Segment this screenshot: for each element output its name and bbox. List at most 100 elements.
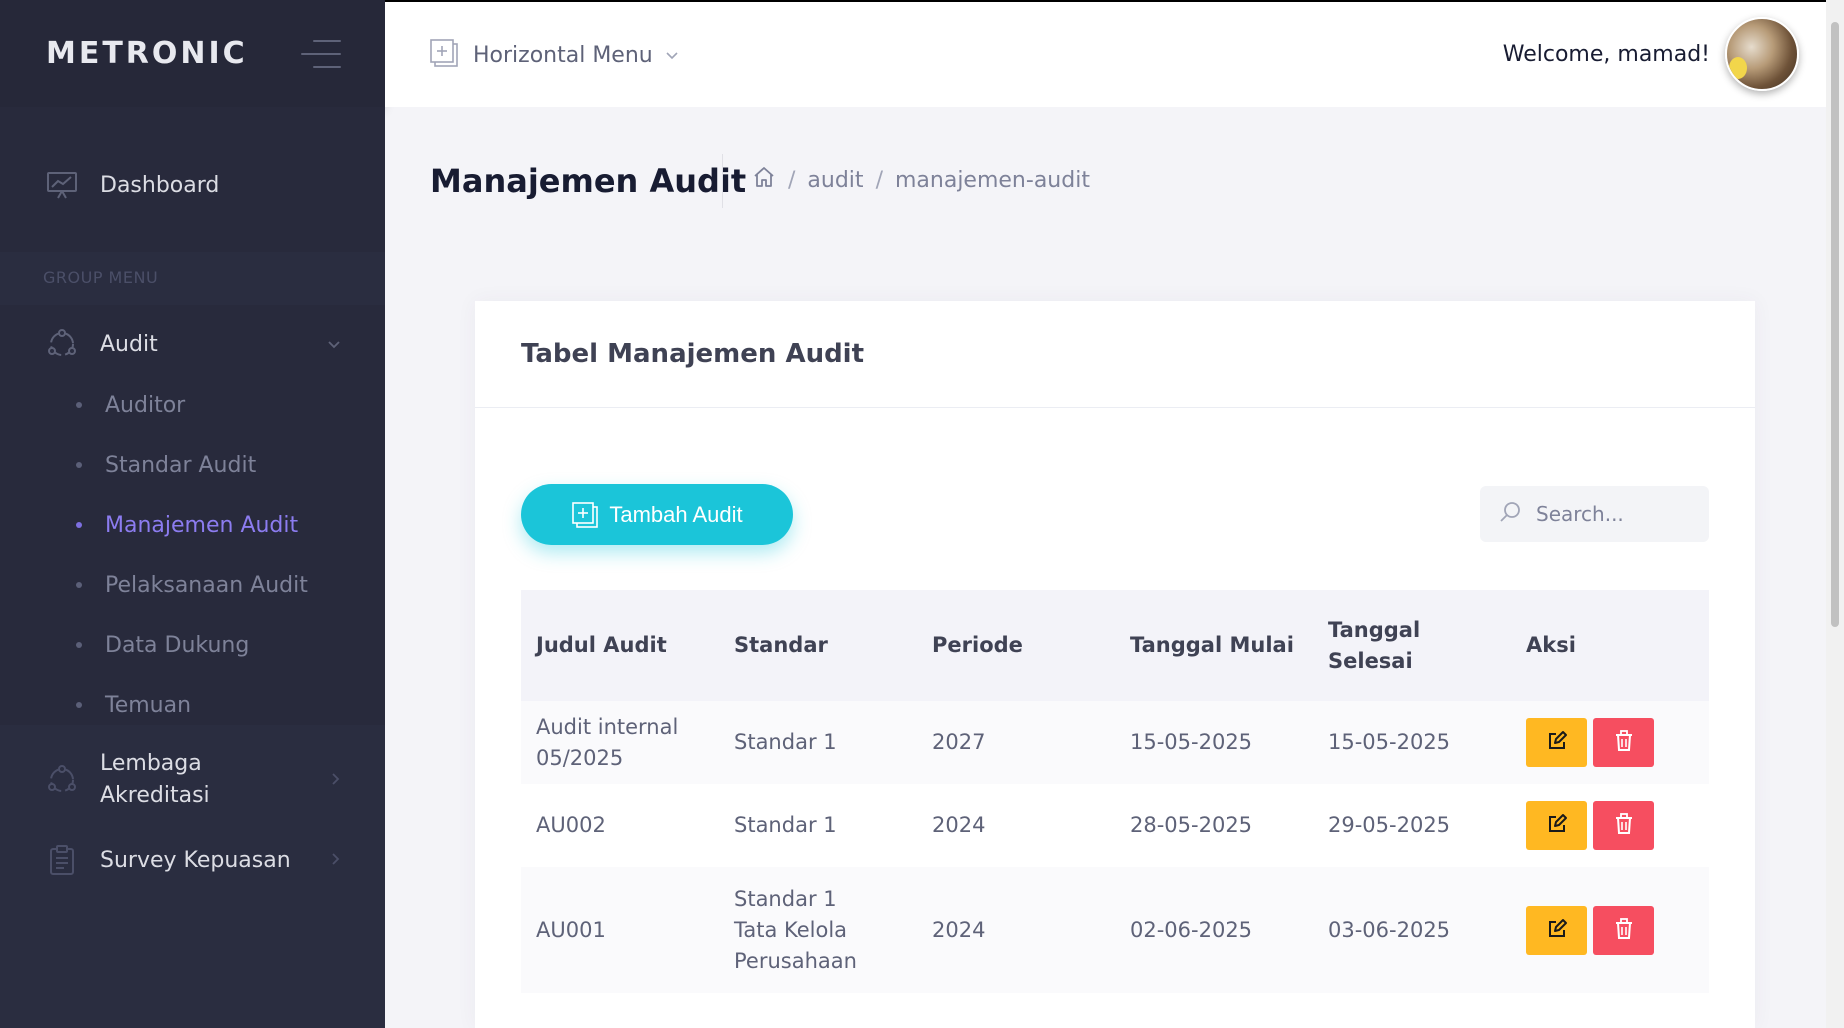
row-actions xyxy=(1526,905,1709,955)
cell-judul: Audit internal 05/2025 xyxy=(521,712,719,774)
dashboard-chart-icon xyxy=(46,169,78,201)
trash-icon xyxy=(1614,917,1634,943)
top-header: Horizontal Menu Welcome, mamad! xyxy=(385,0,1844,107)
audit-table: Judul Audit Standar Periode Tanggal Mula… xyxy=(521,590,1709,993)
sidebar-subitem-standar-audit[interactable]: Standar Audit xyxy=(0,440,385,490)
scrollbar[interactable] xyxy=(1826,0,1844,1028)
cell-periode: 2024 xyxy=(932,813,986,837)
add-audit-button[interactable]: Tambah Audit xyxy=(521,484,793,545)
brand-logo[interactable]: METRONIC xyxy=(46,36,248,71)
header-line: Tanggal xyxy=(1328,617,1421,642)
table-header-row: Judul Audit Standar Periode Tanggal Mula… xyxy=(521,590,1709,701)
delete-button[interactable] xyxy=(1593,718,1654,767)
cell-periode: 2027 xyxy=(932,730,986,754)
cell-aksi xyxy=(1511,801,1709,850)
column-header-judul[interactable]: Judul Audit xyxy=(521,630,719,661)
chevron-down-icon xyxy=(327,335,341,354)
cell-line: Standar 1 xyxy=(734,886,837,911)
sidebar-item-label: Survey Kepuasan xyxy=(100,847,291,873)
breadcrumb-separator: / xyxy=(875,167,883,193)
table-row: Audit internal 05/2025 Standar 1 2027 15-… xyxy=(521,701,1709,784)
edit-button[interactable] xyxy=(1526,801,1587,850)
bullet-dot xyxy=(76,522,82,528)
edit-button[interactable] xyxy=(1526,718,1587,767)
bullet-dot xyxy=(76,702,82,708)
sidebar-item-label: Lembaga Akreditasi xyxy=(100,748,210,812)
sidebar-subitem-data-dukung[interactable]: Data Dukung xyxy=(0,620,385,670)
sidebar-item-label: Dashboard xyxy=(100,172,220,198)
table-row: AU001 Standar 1 Tata Kelola Perusahaan 202… xyxy=(521,867,1709,993)
column-header-periode[interactable]: Periode xyxy=(917,630,1115,661)
horizontal-menu-dropdown[interactable]: Horizontal Menu xyxy=(429,38,679,72)
sidebar-subitem-label: Manajemen Audit xyxy=(105,512,299,538)
breadcrumb-item-manajemen-audit[interactable]: manajemen-audit xyxy=(895,168,1090,193)
sidebar-item-lembaga-akreditasi[interactable]: Lembaga Akreditasi xyxy=(0,742,385,818)
sidebar-subitem-manajemen-audit[interactable]: Manajemen Audit xyxy=(0,500,385,550)
cell-tanggal-mulai: 15-05-2025 xyxy=(1130,730,1253,754)
cell-judul: AU001 xyxy=(536,917,606,942)
header-line: Selesai xyxy=(1328,648,1413,673)
sidebar-subitem-label: Auditor xyxy=(105,392,186,418)
menu-toggle-icon[interactable] xyxy=(301,39,341,68)
card-header: Tabel Manajemen Audit xyxy=(475,301,1755,408)
sidebar-item-audit[interactable]: Audit xyxy=(0,316,385,372)
breadcrumb-item-audit[interactable]: audit xyxy=(807,168,863,193)
sidebar-item-survey-kepuasan[interactable]: Survey Kepuasan xyxy=(0,832,385,888)
bullet-dot xyxy=(76,582,82,588)
row-actions xyxy=(1526,718,1709,767)
column-header-tanggal-mulai[interactable]: Tanggal Mulai xyxy=(1115,630,1313,661)
label-line: Lembaga xyxy=(100,751,202,776)
home-icon[interactable] xyxy=(752,166,776,194)
cell-line: Tata Kelola xyxy=(734,917,848,942)
sidebar-subitem-pelaksanaan-audit[interactable]: Pelaksanaan Audit xyxy=(0,560,385,610)
sidebar-subitem-label: Standar Audit xyxy=(105,452,257,478)
cell-standar: Standar 1 xyxy=(734,730,837,754)
add-audit-label: Tambah Audit xyxy=(609,501,743,527)
column-header-standar[interactable]: Standar xyxy=(719,630,917,661)
trash-icon xyxy=(1614,730,1634,755)
horizontal-menu-icon xyxy=(429,38,459,72)
add-box-icon xyxy=(571,501,599,529)
bullet-dot xyxy=(76,642,82,648)
delete-button[interactable] xyxy=(1593,905,1654,955)
breadcrumb: / audit / manajemen-audit xyxy=(752,166,1090,194)
cell-periode: 2024 xyxy=(932,917,986,942)
cell-tanggal-mulai: 28-05-2025 xyxy=(1130,813,1253,837)
sidebar-item-label: Audit xyxy=(100,331,158,357)
row-actions xyxy=(1526,801,1709,850)
edit-icon xyxy=(1546,730,1568,755)
cell-tanggal-selesai: 15-05-2025 xyxy=(1328,730,1451,754)
sidebar-subitem-label: Temuan xyxy=(105,692,192,718)
edit-icon xyxy=(1546,813,1568,838)
sidebar-subitem-auditor[interactable]: Auditor xyxy=(0,380,385,430)
clipboard-icon xyxy=(46,844,78,876)
trash-icon xyxy=(1614,813,1634,838)
table-row: AU002 Standar 1 2024 28-05-2025 29-05-20… xyxy=(521,784,1709,867)
sidebar-subitem-temuan[interactable]: Temuan xyxy=(0,680,385,730)
scrollbar-thumb[interactable] xyxy=(1831,22,1839,627)
welcome-text: Welcome, mamad! xyxy=(1502,42,1710,67)
delete-button[interactable] xyxy=(1593,801,1654,850)
chevron-down-icon xyxy=(665,46,679,65)
search-icon xyxy=(1498,500,1522,528)
label-line: Akreditasi xyxy=(100,783,210,808)
chevron-right-icon xyxy=(331,851,341,870)
bullet-dot xyxy=(76,402,82,408)
card-title: Tabel Manajemen Audit xyxy=(521,339,865,369)
search-input[interactable] xyxy=(1536,502,1696,526)
audit-cycle-icon xyxy=(46,764,78,796)
search-box[interactable] xyxy=(1480,486,1709,542)
sidebar-item-dashboard[interactable]: Dashboard xyxy=(0,150,385,220)
cell-tanggal-selesai: 03-06-2025 xyxy=(1328,917,1451,942)
horizontal-menu-label: Horizontal Menu xyxy=(473,42,653,68)
audit-cycle-icon xyxy=(46,328,78,360)
avatar[interactable] xyxy=(1725,17,1799,91)
cell-aksi xyxy=(1511,905,1709,955)
sidebar-subitem-label: Pelaksanaan Audit xyxy=(105,572,308,598)
edit-button[interactable] xyxy=(1526,905,1587,955)
bullet-dot xyxy=(76,462,82,468)
sidebar-group-title: GROUP MENU xyxy=(43,268,159,287)
column-header-tanggal-selesai[interactable]: Tanggal Selesai xyxy=(1313,615,1511,677)
cell-line: Perusahaan xyxy=(734,948,857,973)
brand-bar: METRONIC xyxy=(0,0,385,107)
